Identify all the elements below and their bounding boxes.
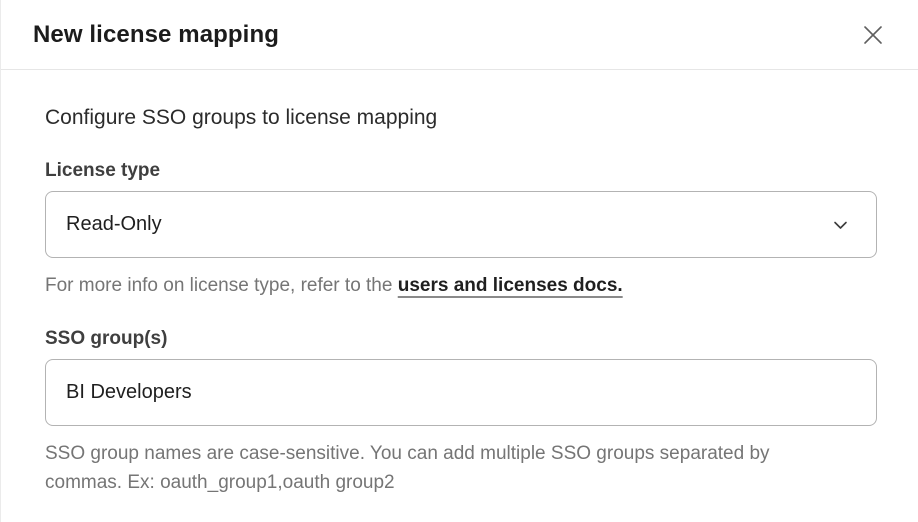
license-type-label: License type <box>45 160 877 182</box>
sso-groups-label: SSO group(s) <box>45 328 877 350</box>
license-type-helper-text: For more info on license type, refer to … <box>45 275 398 296</box>
form-heading: Configure SSO groups to license mapping <box>45 106 877 130</box>
close-button[interactable] <box>857 19 889 51</box>
close-icon <box>861 23 885 47</box>
new-license-mapping-modal: New license mapping Configure SSO groups… <box>0 0 918 522</box>
modal-body: Configure SSO groups to license mapping … <box>1 70 918 497</box>
license-type-field: License type Read-Only For more info on … <box>45 160 877 300</box>
license-type-select[interactable]: Read-Only <box>45 191 877 258</box>
license-type-helper: For more info on license type, refer to … <box>45 271 877 300</box>
license-type-selected-value: Read-Only <box>66 213 162 236</box>
modal-header: New license mapping <box>1 0 918 70</box>
modal-title: New license mapping <box>33 21 279 49</box>
sso-groups-field: SSO group(s) SSO group names are case-se… <box>45 328 877 497</box>
users-licenses-docs-link[interactable]: users and licenses docs. <box>398 275 623 296</box>
sso-groups-input[interactable] <box>45 359 877 426</box>
chevron-down-icon <box>833 220 848 230</box>
sso-groups-helper: SSO group names are case-sensitive. You … <box>45 439 793 497</box>
